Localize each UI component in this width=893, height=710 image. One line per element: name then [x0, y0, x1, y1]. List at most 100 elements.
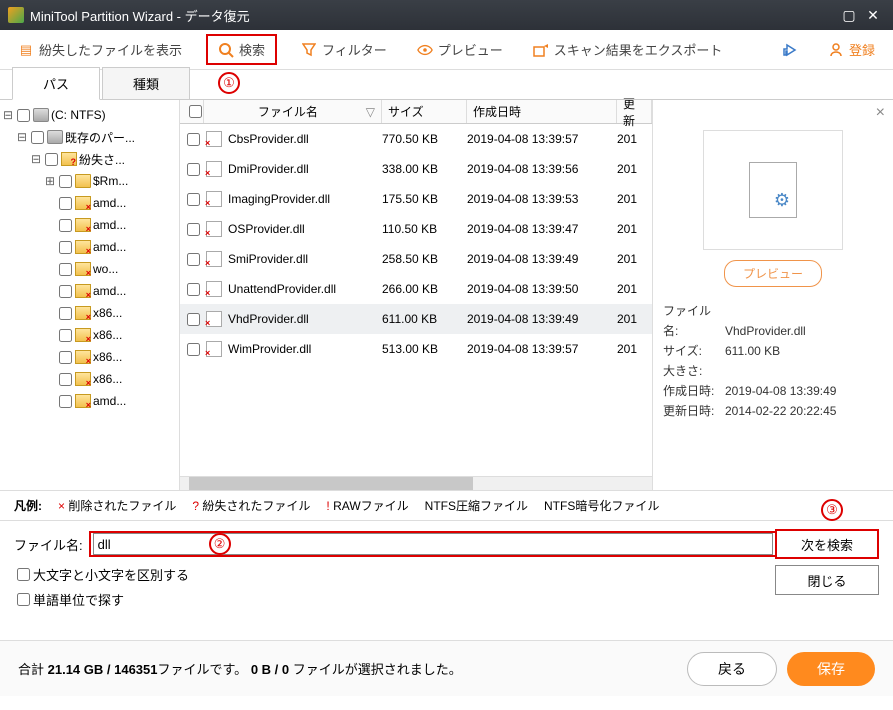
search-label: 検索 [239, 40, 265, 59]
row-checkbox[interactable] [187, 283, 200, 296]
close-button[interactable]: ✕ [861, 7, 885, 24]
file-row[interactable]: UnattendProvider.dll266.00 KB2019-04-08 … [180, 274, 652, 304]
tree-item: amd... [93, 240, 126, 254]
register-label: 登録 [849, 40, 875, 59]
tree-checkbox[interactable] [59, 307, 72, 320]
expander-icon[interactable]: ⊟ [16, 130, 28, 144]
preview-button[interactable]: プレビュー [411, 36, 509, 63]
tree-checkbox[interactable] [59, 351, 72, 364]
maximize-button[interactable]: ▢ [837, 7, 861, 24]
preview-pane: × プレビュー ファイル名:VhdProvider.dll サイズ:611.00… [653, 100, 893, 490]
tab-type[interactable]: 種類 [102, 67, 190, 99]
row-checkbox[interactable] [187, 253, 200, 266]
expander-icon[interactable] [44, 328, 56, 342]
tree-checkbox[interactable] [59, 373, 72, 386]
tab-path[interactable]: パス [12, 67, 100, 100]
tree-checkbox[interactable] [45, 153, 58, 166]
expander-icon[interactable] [44, 240, 56, 254]
tree-checkbox[interactable] [59, 219, 72, 232]
col-updated[interactable]: 更新 [617, 100, 652, 123]
file-row[interactable]: CbsProvider.dll770.50 KB2019-04-08 13:39… [180, 124, 652, 154]
file-name: UnattendProvider.dll [228, 282, 382, 296]
expander-icon[interactable] [44, 284, 56, 298]
expander-icon[interactable] [44, 262, 56, 276]
expander-icon[interactable] [44, 394, 56, 408]
show-lost-files-button[interactable]: ▤ 紛失したファイルを表示 [12, 36, 188, 63]
tree-checkbox[interactable] [59, 329, 72, 342]
tab-bar: パス 種類 ① [0, 70, 893, 100]
folder-icon [75, 174, 91, 188]
horizontal-scrollbar[interactable] [180, 476, 652, 490]
export-button[interactable]: スキャン結果をエクスポート [527, 36, 729, 63]
file-created: 2019-04-08 13:39:57 [467, 132, 617, 146]
search-button[interactable]: 検索 [206, 34, 277, 65]
tree-checkbox[interactable] [17, 109, 30, 122]
file-row[interactable]: OSProvider.dll110.50 KB2019-04-08 13:39:… [180, 214, 652, 244]
expander-icon[interactable]: ⊞ [44, 174, 56, 188]
share-icon [782, 42, 798, 58]
file-row[interactable]: DmiProvider.dll338.00 KB2019-04-08 13:39… [180, 154, 652, 184]
tree-checkbox[interactable] [59, 395, 72, 408]
folder-deleted-icon [75, 284, 91, 298]
file-type-icon [749, 162, 797, 218]
drive-icon [33, 108, 49, 122]
row-checkbox[interactable] [187, 223, 200, 236]
list-body[interactable]: CbsProvider.dll770.50 KB2019-04-08 13:39… [180, 124, 652, 476]
back-button[interactable]: 戻る [687, 652, 777, 686]
share-button[interactable] [776, 38, 804, 62]
tree-checkbox[interactable] [31, 131, 44, 144]
expander-icon[interactable]: ⊟ [30, 152, 42, 166]
tree-checkbox[interactable] [59, 285, 72, 298]
find-next-button[interactable]: 次を検索 [775, 529, 879, 559]
tree-existing: 既存のパー... [65, 129, 135, 146]
tree-checkbox[interactable] [59, 241, 72, 254]
file-row[interactable]: SmiProvider.dll258.50 KB2019-04-08 13:39… [180, 244, 652, 274]
search-filename-input[interactable] [93, 533, 773, 555]
file-row[interactable]: WimProvider.dll513.00 KB2019-04-08 13:39… [180, 334, 652, 364]
select-all-checkbox[interactable] [189, 105, 202, 118]
footer: 合計 21.14 GB / 146351ファイルです。 0 B / 0 ファイル… [0, 640, 893, 696]
match-case-checkbox[interactable] [17, 568, 30, 581]
folder-deleted-icon [75, 262, 91, 276]
tree-checkbox[interactable] [59, 263, 72, 276]
tree-checkbox[interactable] [59, 175, 72, 188]
tree-checkbox[interactable] [59, 197, 72, 210]
row-checkbox[interactable] [187, 163, 200, 176]
save-button[interactable]: 保存 [787, 652, 875, 686]
tree-item: wo... [93, 262, 118, 276]
row-checkbox[interactable] [187, 343, 200, 356]
filter-label: フィルター [322, 40, 387, 59]
file-size: 258.50 KB [382, 252, 467, 266]
file-row[interactable]: VhdProvider.dll611.00 KB2019-04-08 13:39… [180, 304, 652, 334]
expander-icon[interactable] [44, 218, 56, 232]
expander-icon[interactable]: ⊟ [2, 108, 14, 122]
tree-item: $Rm... [93, 174, 128, 188]
expander-icon[interactable] [44, 306, 56, 320]
file-icon [206, 341, 222, 357]
file-size: 611.00 KB [382, 312, 467, 326]
search-close-button[interactable]: 閉じる [775, 565, 879, 595]
preview-open-button[interactable]: プレビュー [724, 260, 822, 287]
row-checkbox[interactable] [187, 313, 200, 326]
tree-item: amd... [93, 196, 126, 210]
folder-tree[interactable]: ⊟(C: NTFS) ⊟既存のパー... ⊟紛失さ... ⊞$Rm... amd… [0, 100, 180, 490]
col-name[interactable]: ファイル名▽ [204, 100, 382, 123]
file-row[interactable]: ImagingProvider.dll175.50 KB2019-04-08 1… [180, 184, 652, 214]
row-checkbox[interactable] [187, 193, 200, 206]
whole-word-checkbox[interactable] [17, 593, 30, 606]
tree-root: (C: NTFS) [51, 108, 106, 122]
col-size[interactable]: サイズ [382, 100, 467, 123]
legend-ntfs-enc: NTFS暗号化ファイル [544, 497, 659, 514]
expander-icon[interactable] [44, 372, 56, 386]
file-name: OSProvider.dll [228, 222, 382, 236]
tree-item: x86... [93, 372, 122, 386]
filter-button[interactable]: フィルター [295, 36, 393, 63]
row-checkbox[interactable] [187, 133, 200, 146]
window-title: MiniTool Partition Wizard - データ復元 [30, 6, 837, 25]
file-created: 2019-04-08 13:39:47 [467, 222, 617, 236]
expander-icon[interactable] [44, 196, 56, 210]
close-preview-icon[interactable]: × [876, 104, 885, 122]
col-created[interactable]: 作成日時 [467, 100, 617, 123]
expander-icon[interactable] [44, 350, 56, 364]
register-button[interactable]: 登録 [822, 36, 881, 63]
